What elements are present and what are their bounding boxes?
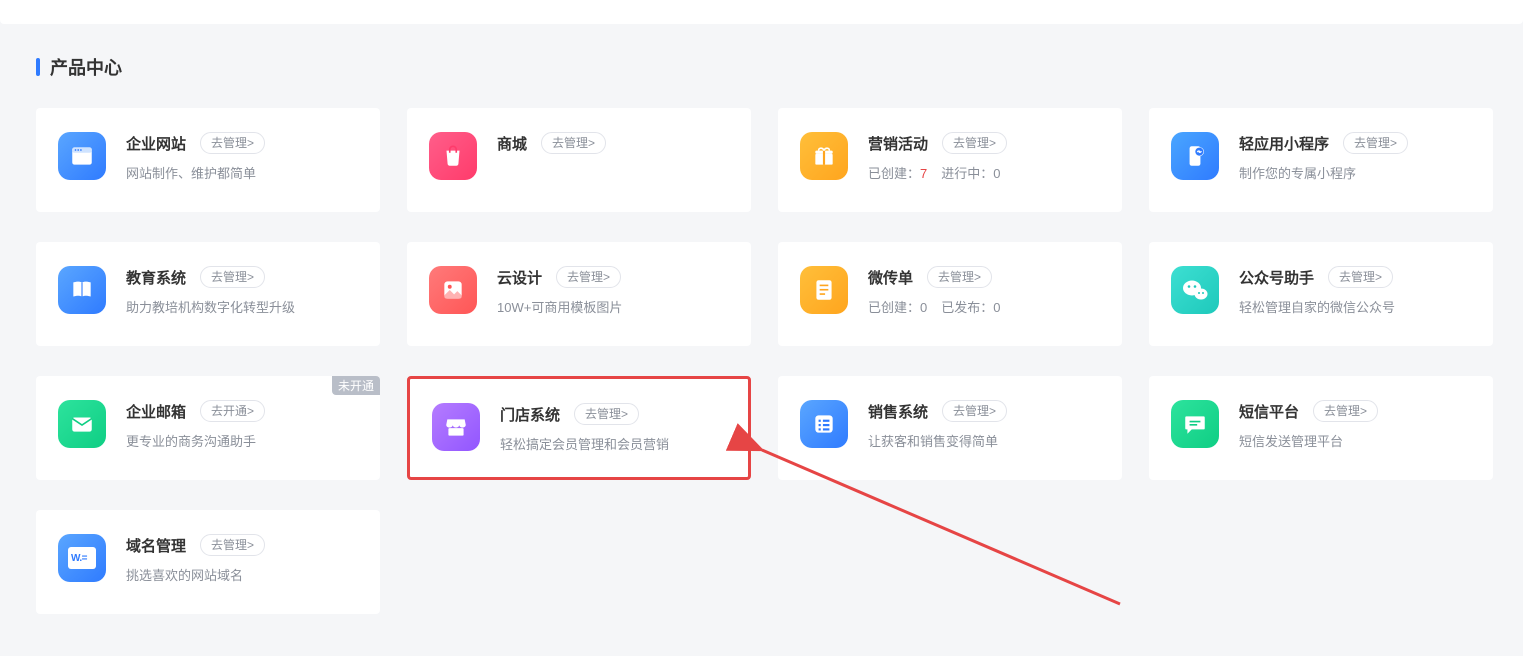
card-activity[interactable]: 营销活动 去管理> 已创建：7 进行中：0 [778, 108, 1122, 212]
card-title: 短信平台 [1239, 401, 1299, 422]
card-desc: 短信发送管理平台 [1239, 432, 1471, 452]
website-icon [58, 132, 106, 180]
card-title: 教育系统 [126, 267, 186, 288]
card-title: 域名管理 [126, 535, 186, 556]
card-wechat-helper[interactable]: 公众号助手 去管理> 轻松管理自家的微信公众号 [1149, 242, 1493, 346]
manage-button[interactable]: 去管理> [200, 132, 265, 154]
card-desc: 轻松管理自家的微信公众号 [1239, 298, 1471, 318]
card-store[interactable]: 门店系统 去管理> 轻松搞定会员管理和会员营销 [407, 376, 751, 480]
manage-button[interactable]: 去管理> [942, 132, 1007, 154]
card-title: 销售系统 [868, 401, 928, 422]
card-miniapp[interactable]: 轻应用小程序 去管理> 制作您的专属小程序 [1149, 108, 1493, 212]
manage-button[interactable]: 去管理> [1343, 132, 1408, 154]
card-website[interactable]: 企业网站 去管理> 网站制作、维护都简单 [36, 108, 380, 212]
card-domain[interactable]: W.= 域名管理 去管理> 挑选喜欢的网站域名 [36, 510, 380, 614]
list-icon [800, 400, 848, 448]
domain-icon-text: W.= [68, 547, 96, 569]
card-desc: 更专业的商务沟通助手 [126, 432, 358, 452]
card-desc: 助力教培机构数字化转型升级 [126, 298, 358, 318]
manage-button[interactable]: 去管理> [574, 403, 639, 425]
manage-button[interactable]: 去管理> [927, 266, 992, 288]
card-desc: 挑选喜欢的网站域名 [126, 566, 358, 586]
stat-label: 已创建： [868, 300, 920, 315]
manage-button[interactable]: 去管理> [541, 132, 606, 154]
stat-value: 0 [993, 300, 1000, 315]
card-stats: 已创建：7 进行中：0 [868, 164, 1100, 184]
stat-label: 已创建： [868, 166, 920, 181]
section-title: 产品中心 [0, 24, 1523, 98]
card-sales[interactable]: 销售系统 去管理> 让获客和销售变得简单 [778, 376, 1122, 480]
wechat-icon [1171, 266, 1219, 314]
card-desc: 制作您的专属小程序 [1239, 164, 1471, 184]
miniapp-icon [1171, 132, 1219, 180]
book-icon [58, 266, 106, 314]
card-title: 企业网站 [126, 133, 186, 154]
card-title: 公众号助手 [1239, 267, 1314, 288]
card-shop[interactable]: 商城 去管理> [407, 108, 751, 212]
card-flyer[interactable]: 微传单 去管理> 已创建：0已发布：0 [778, 242, 1122, 346]
open-button[interactable]: 去开通> [200, 400, 265, 422]
card-desc: 网站制作、维护都简单 [126, 164, 358, 184]
chat-bubble-icon [1171, 400, 1219, 448]
storefront-icon [432, 403, 480, 451]
gift-icon [800, 132, 848, 180]
section-title-bar [36, 58, 40, 76]
card-title: 微传单 [868, 267, 913, 288]
card-mail[interactable]: 未开通 企业邮箱 去开通> 更专业的商务沟通助手 [36, 376, 380, 480]
card-title: 轻应用小程序 [1239, 133, 1329, 154]
card-title: 营销活动 [868, 133, 928, 154]
manage-button[interactable]: 去管理> [200, 266, 265, 288]
card-desc: 让获客和销售变得简单 [868, 432, 1100, 452]
card-title: 企业邮箱 [126, 401, 186, 422]
card-desc: 10W+可商用模板图片 [497, 298, 729, 318]
card-title: 云设计 [497, 267, 542, 288]
envelope-icon [58, 400, 106, 448]
section-title-text: 产品中心 [50, 54, 122, 80]
card-title: 门店系统 [500, 404, 560, 425]
manage-button[interactable]: 去管理> [200, 534, 265, 556]
image-icon [429, 266, 477, 314]
stat-label: 已发布： [941, 300, 993, 315]
stat-label: 进行中： [941, 166, 993, 181]
card-sms[interactable]: 短信平台 去管理> 短信发送管理平台 [1149, 376, 1493, 480]
shopping-bag-icon [429, 132, 477, 180]
card-stats: 已创建：0已发布：0 [868, 298, 1100, 318]
card-desc: 轻松搞定会员管理和会员营销 [500, 435, 726, 455]
manage-button[interactable]: 去管理> [942, 400, 1007, 422]
unopened-badge: 未开通 [332, 376, 380, 395]
stat-value: 0 [993, 166, 1000, 181]
card-title: 商城 [497, 133, 527, 154]
manage-button[interactable]: 去管理> [556, 266, 621, 288]
manage-button[interactable]: 去管理> [1328, 266, 1393, 288]
card-education[interactable]: 教育系统 去管理> 助力教培机构数字化转型升级 [36, 242, 380, 346]
manage-button[interactable]: 去管理> [1313, 400, 1378, 422]
domain-icon: W.= [58, 534, 106, 582]
stat-value: 7 [920, 166, 927, 181]
card-design[interactable]: 云设计 去管理> 10W+可商用模板图片 [407, 242, 751, 346]
document-icon [800, 266, 848, 314]
stat-value: 0 [920, 300, 927, 315]
